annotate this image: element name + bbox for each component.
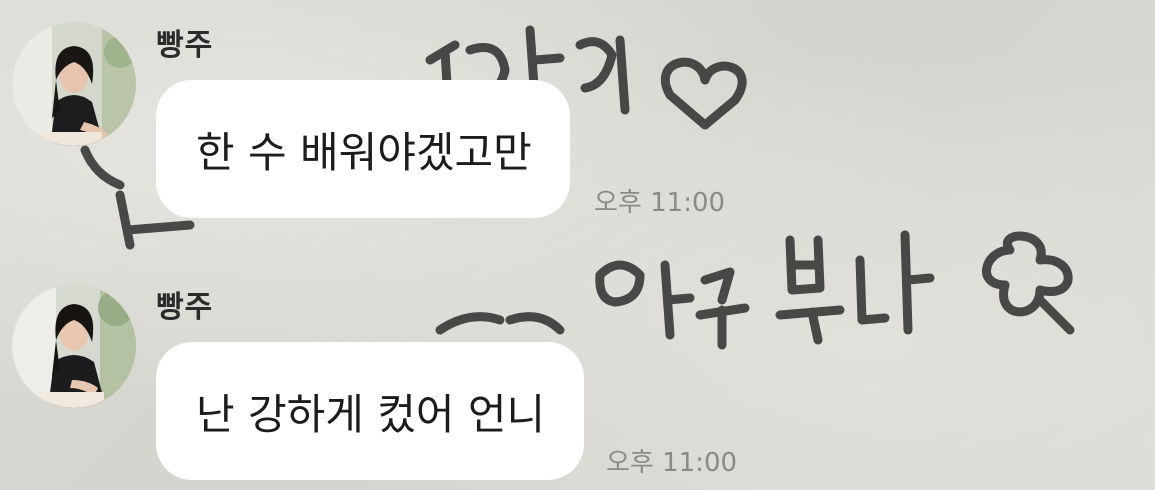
message-bubble[interactable]: 난 강하게 컸어 언니	[156, 342, 584, 480]
message-timestamp: 오후 11:00	[594, 188, 726, 218]
sender-name: 빵주	[156, 290, 214, 325]
avatar[interactable]	[12, 284, 136, 408]
profile-photo	[12, 22, 136, 146]
avatar[interactable]	[12, 22, 136, 146]
message-timestamp: 오후 11:00	[606, 448, 738, 478]
sender-name: 빵주	[156, 28, 214, 63]
profile-photo	[12, 284, 136, 408]
message-bubble[interactable]: 한 수 배워야겠고만	[156, 80, 570, 218]
